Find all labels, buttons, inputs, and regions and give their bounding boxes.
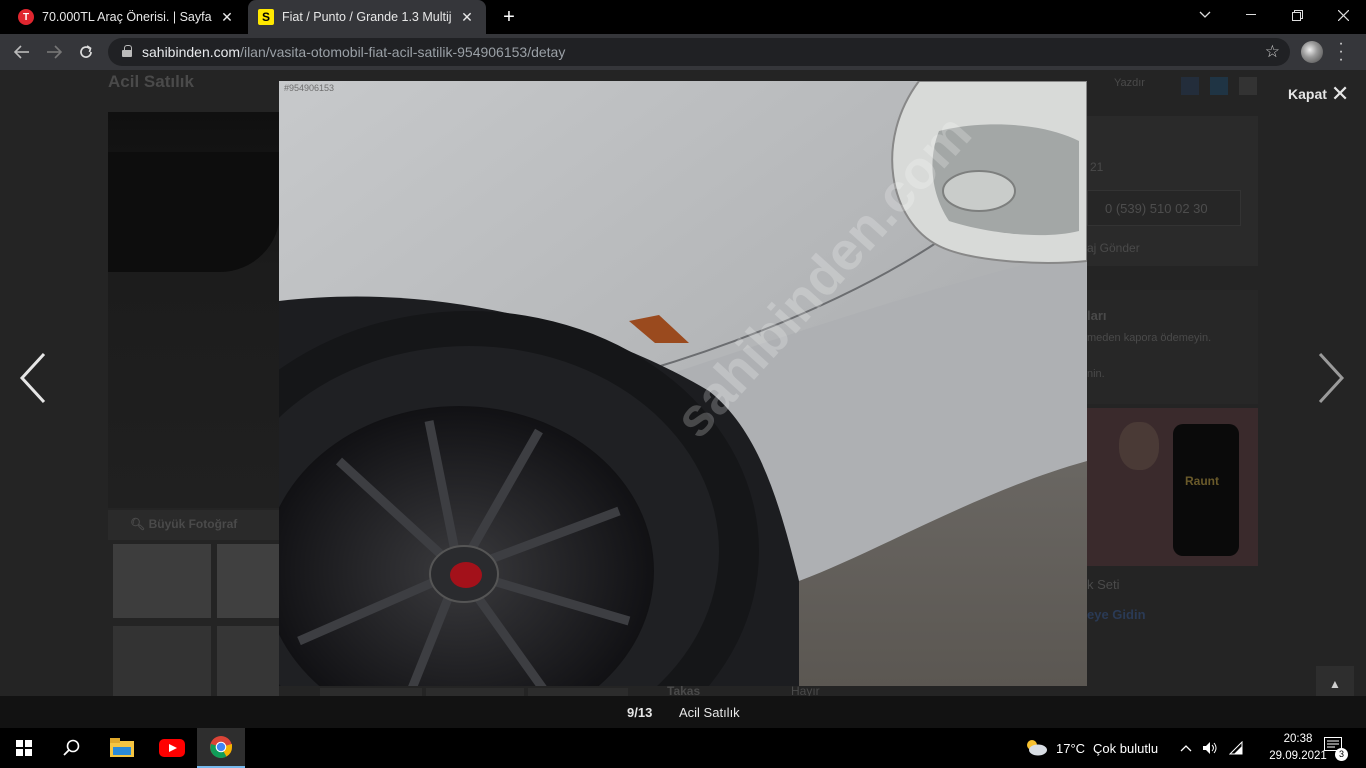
go-link: eye Gidin: [1087, 607, 1146, 622]
chrome-taskbar-icon[interactable]: [197, 728, 245, 768]
new-tab-button[interactable]: +: [498, 6, 520, 28]
tab-close-icon[interactable]: ✕: [218, 8, 236, 26]
car-damage-photo: sahibinden.com: [279, 81, 1087, 686]
magnifier-icon: 🔍︎: [130, 517, 146, 531]
safety-title: ları: [1087, 308, 1107, 323]
back-arrow-icon[interactable]: [10, 40, 34, 64]
tab-close-icon[interactable]: ✕: [458, 8, 476, 26]
advert-phone-image: Raunt: [1173, 424, 1239, 556]
print-label: Yazdır: [1114, 77, 1145, 89]
system-clock[interactable]: 20:38 29.09.2021: [1266, 731, 1330, 765]
lightbox-photo: sahibinden.com #954906153: [279, 81, 1087, 686]
reload-icon[interactable]: [74, 40, 98, 64]
lock-icon[interactable]: [122, 45, 132, 57]
phone-number: 0 (539) 510 02 30: [1087, 190, 1241, 226]
windows-taskbar: 17°C Çok bulutlu 20:38 29.09.2021 3: [0, 728, 1366, 768]
thumbnail: [217, 626, 279, 698]
close-label: Kapat: [1288, 86, 1327, 102]
url-domain: sahibinden.com: [142, 44, 241, 60]
bookmark-star-icon[interactable]: ☆: [1265, 42, 1280, 62]
url-path: /ilan/vasita-otomobil-fiat-acil-satilik-…: [240, 44, 566, 60]
thumbnail: [113, 544, 211, 618]
advert-brand: Raunt: [1185, 474, 1219, 488]
next-photo-arrow-icon[interactable]: [1316, 350, 1346, 406]
previous-photo-arrow-icon[interactable]: [18, 350, 48, 406]
photo-caption: Acil Satılık: [679, 705, 740, 720]
volume-icon[interactable]: [1202, 728, 1218, 768]
clock-time: 20:38: [1283, 733, 1313, 745]
safety-line: nin.: [1087, 368, 1105, 380]
tab-strip: T 70.000TL Araç Önerisi. | Sayfa 2 | ✕ S…: [0, 0, 1366, 34]
browser-toolbar: sahibinden.com/ilan/vasita-otomobil-fiat…: [0, 34, 1366, 70]
date-fragment: 21: [1090, 160, 1104, 174]
email-share-icon: [1239, 77, 1257, 95]
action-center-icon[interactable]: 3: [1324, 737, 1348, 761]
safety-line: meden kapora ödemeyin.: [1087, 332, 1212, 344]
close-icon: ✕: [1330, 81, 1350, 106]
send-message-link: aj Gönder: [1087, 241, 1140, 255]
address-bar[interactable]: sahibinden.com/ilan/vasita-otomobil-fiat…: [108, 38, 1290, 66]
notification-count-badge: 3: [1335, 748, 1348, 761]
forward-arrow-icon[interactable]: [42, 40, 66, 64]
advert-person-image: [1119, 422, 1159, 470]
tab-title: 70.000TL Araç Önerisi. | Sayfa 2 |: [42, 10, 212, 24]
tab-favicon-icon: T: [18, 9, 34, 25]
profile-avatar[interactable]: [1301, 41, 1323, 63]
tab-title: Fiat / Punto / Grande 1.3 Multijet: [282, 10, 452, 24]
thumbnail: [217, 544, 279, 618]
main-listing-photo: [108, 112, 280, 508]
photo-counter: 9/13: [627, 705, 653, 720]
tab-inactive[interactable]: T 70.000TL Araç Önerisi. | Sayfa 2 | ✕: [8, 0, 246, 34]
kit-label: k Seti: [1087, 577, 1120, 592]
chrome-menu-icon[interactable]: · · ·: [1336, 36, 1346, 68]
wifi-icon[interactable]: [1229, 728, 1243, 768]
tab-search-chevron-icon[interactable]: [1182, 0, 1228, 30]
listing-title: Acil Satılık: [108, 72, 194, 91]
big-photo-label: Büyük Fotoğraf: [148, 517, 238, 531]
windows-start-icon[interactable]: [0, 728, 48, 768]
sahibinden-favicon-icon: S: [258, 9, 274, 25]
ad-id-label: #954906153: [284, 83, 335, 93]
lightbox-close-button[interactable]: Kapat ✕: [1288, 81, 1350, 106]
advert-banner: Raunt: [1087, 408, 1258, 566]
weather-temp: 17°C: [1056, 740, 1086, 756]
big-photo-button: 🔍︎ Büyük Fotoğraf: [108, 510, 280, 540]
search-icon[interactable]: [48, 728, 96, 768]
facebook-share-icon: [1181, 77, 1199, 95]
show-hidden-icons-chevron-icon[interactable]: [1180, 728, 1192, 768]
tab-active[interactable]: S Fiat / Punto / Grande 1.3 Multijet ✕: [248, 0, 486, 34]
youtube-icon[interactable]: [148, 728, 196, 768]
twitter-share-icon: [1210, 77, 1228, 95]
thumbnail: [113, 626, 211, 698]
weather-text: Çok bulutlu: [1093, 740, 1159, 756]
restore-button[interactable]: [1274, 0, 1320, 30]
clock-date: 29.09.2021: [1269, 750, 1327, 762]
safety-tips-box: [1087, 290, 1258, 404]
close-window-button[interactable]: [1320, 0, 1366, 30]
file-explorer-icon[interactable]: [98, 728, 146, 768]
minimize-button[interactable]: [1228, 0, 1274, 30]
url-text[interactable]: sahibinden.com/ilan/vasita-otomobil-fiat…: [142, 44, 565, 60]
lightbox-caption-bar: 9/13 Acil Satılık: [0, 696, 1366, 728]
weather-cloud-icon: [1024, 738, 1048, 759]
weather-widget[interactable]: 17°C Çok bulutlu: [1024, 728, 1158, 768]
